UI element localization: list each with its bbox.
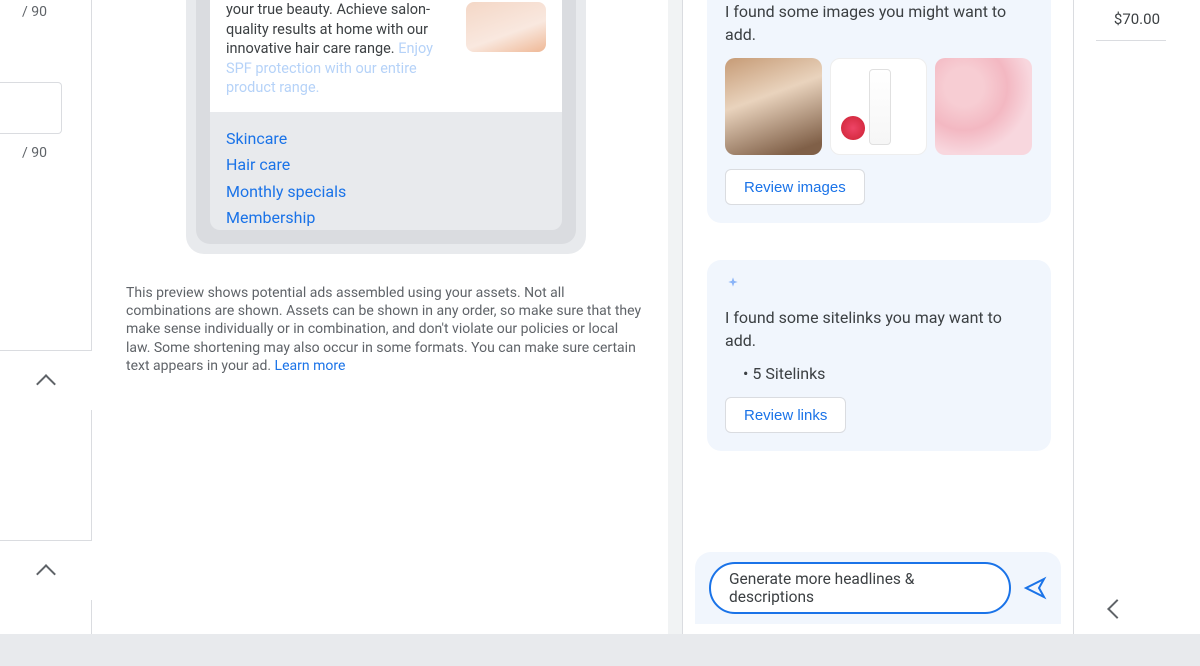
headline-input-stub[interactable] [0, 82, 62, 134]
collapse-panel-button[interactable] [1107, 599, 1127, 619]
chat-message-text: I found some images you might want to ad… [725, 0, 1033, 46]
ad-thumbnail-image [466, 2, 546, 52]
chat-message-text: I found some sitelinks you may want to a… [725, 306, 1033, 352]
chevron-up-icon [36, 564, 56, 584]
sparkle-icon [725, 276, 741, 292]
learn-more-link[interactable]: Learn more [275, 358, 346, 374]
suggested-image-thumbnail[interactable] [725, 58, 822, 155]
chevron-up-icon [36, 374, 56, 394]
character-counter-2: / 90 [22, 145, 47, 161]
ad-sitelink[interactable]: Hair care [226, 152, 546, 178]
review-links-button[interactable]: Review links [725, 397, 846, 433]
ad-sitelink[interactable]: Membership [226, 205, 546, 230]
preview-disclaimer: This preview shows potential ads assembl… [126, 284, 642, 375]
ad-preview-card: your true beauty. Achieve salon-quality … [210, 0, 562, 230]
bottom-bar [0, 634, 1200, 666]
character-counter-1: / 90 [22, 4, 47, 20]
chat-input-field[interactable]: Generate more headlines & descriptions [709, 562, 1011, 614]
chat-bubble-images: I found some images you might want to ad… [707, 0, 1051, 223]
chat-input-container: Generate more headlines & descriptions [695, 552, 1061, 624]
ad-preview-phone-frame: your true beauty. Achieve salon-quality … [186, 0, 586, 254]
chat-bubble-sitelinks: I found some sitelinks you may want to a… [707, 260, 1051, 451]
sitelinks-count: • 5 Sitelinks [743, 364, 1033, 383]
divider [1096, 40, 1166, 41]
ad-description-text: your true beauty. Achieve salon-quality … [226, 0, 456, 98]
collapse-section-button-1[interactable] [0, 350, 92, 410]
ai-chat-panel: I found some images you might want to ad… [682, 0, 1074, 634]
disclaimer-text: This preview shows potential ads assembl… [126, 285, 641, 374]
chat-input-text: Generate more headlines & descriptions [729, 570, 991, 606]
ad-sitelinks-list: Skincare Hair care Monthly specials Memb… [210, 112, 562, 230]
budget-amount: $70.00 [1114, 10, 1160, 28]
suggested-images-row [725, 58, 1033, 155]
suggested-image-thumbnail[interactable] [830, 58, 927, 155]
right-sidebar: $70.00 [1074, 0, 1200, 634]
ad-sitelink[interactable]: Monthly specials [226, 179, 546, 205]
suggested-image-thumbnail[interactable] [935, 58, 1032, 155]
ad-preview-inner: your true beauty. Achieve salon-quality … [196, 0, 576, 244]
left-sidebar: / 90 / 90 [0, 0, 92, 634]
collapse-section-button-2[interactable] [0, 540, 92, 600]
send-button[interactable] [1023, 576, 1047, 600]
ad-sitelink[interactable]: Skincare [226, 126, 546, 152]
review-images-button[interactable]: Review images [725, 169, 865, 205]
